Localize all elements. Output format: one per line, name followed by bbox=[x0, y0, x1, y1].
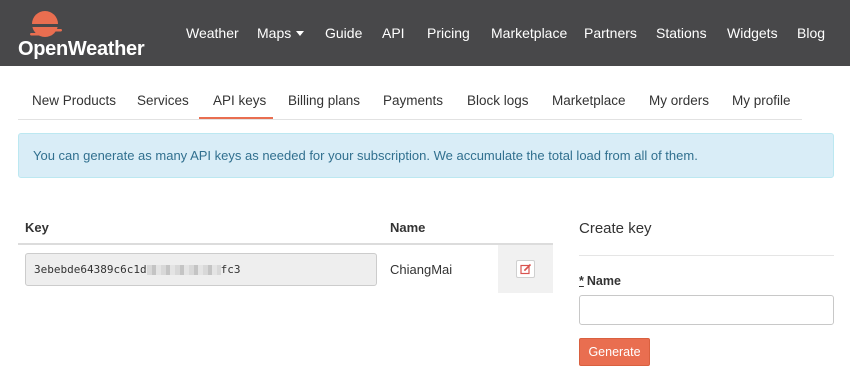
nav-api[interactable]: API bbox=[382, 25, 405, 41]
redacted-key-segment bbox=[146, 265, 221, 275]
nav-maps-label: Maps bbox=[257, 25, 292, 41]
required-mark: * bbox=[579, 274, 584, 288]
api-key-name: ChiangMai bbox=[390, 262, 453, 277]
nav-pricing[interactable]: Pricing bbox=[427, 25, 470, 41]
tab-block-logs[interactable]: Block logs bbox=[467, 93, 529, 108]
api-key-field[interactable]: 3ebebde64389c6c1d fc3 bbox=[25, 253, 377, 286]
tab-billing-plans[interactable]: Billing plans bbox=[288, 93, 360, 108]
nav-weather[interactable]: Weather bbox=[186, 25, 239, 41]
nav-partners[interactable]: Partners bbox=[584, 25, 637, 41]
api-key-value[interactable]: 3ebebde64389c6c1d fc3 bbox=[34, 263, 240, 276]
main-nav: Weather Maps Guide API Pricing Marketpla… bbox=[0, 0, 850, 66]
tab-new-products[interactable]: New Products bbox=[32, 93, 116, 108]
api-key-suffix: fc3 bbox=[220, 263, 241, 276]
tab-my-profile[interactable]: My profile bbox=[732, 93, 791, 108]
tab-payments[interactable]: Payments bbox=[383, 93, 443, 108]
create-key-divider bbox=[579, 255, 834, 256]
edit-key-button[interactable] bbox=[516, 260, 535, 278]
name-field-label: * Name bbox=[579, 274, 621, 288]
generate-button[interactable]: Generate bbox=[579, 338, 650, 366]
api-key-actions bbox=[498, 245, 553, 293]
table-header-divider bbox=[18, 243, 553, 245]
top-navbar: OpenWeather Weather Maps Guide API Prici… bbox=[0, 0, 850, 66]
nav-stations[interactable]: Stations bbox=[656, 25, 707, 41]
nav-guide[interactable]: Guide bbox=[325, 25, 362, 41]
nav-marketplace[interactable]: Marketplace bbox=[491, 25, 567, 41]
edit-icon bbox=[520, 263, 532, 275]
nav-widgets[interactable]: Widgets bbox=[727, 25, 778, 41]
tab-my-orders[interactable]: My orders bbox=[649, 93, 709, 108]
column-header-name: Name bbox=[390, 220, 426, 235]
tab-api-keys[interactable]: API keys bbox=[213, 93, 266, 108]
create-key-title: Create key bbox=[579, 220, 652, 237]
nav-maps[interactable]: Maps bbox=[257, 25, 305, 41]
name-label-text: Name bbox=[586, 274, 621, 288]
api-key-prefix: 3ebebde64389c6c1d bbox=[34, 263, 147, 276]
tab-services[interactable]: Services bbox=[137, 93, 189, 108]
column-header-key: Key bbox=[25, 220, 49, 235]
nav-blog[interactable]: Blog bbox=[797, 25, 825, 41]
key-name-input[interactable] bbox=[579, 295, 834, 325]
active-tab-indicator bbox=[199, 117, 273, 119]
account-tabs: New Products Services API keys Billing p… bbox=[18, 82, 802, 120]
info-alert: You can generate as many API keys as nee… bbox=[18, 133, 834, 178]
caret-down-icon bbox=[296, 30, 305, 36]
tab-marketplace[interactable]: Marketplace bbox=[552, 93, 626, 108]
info-alert-text: You can generate as many API keys as nee… bbox=[33, 148, 698, 163]
